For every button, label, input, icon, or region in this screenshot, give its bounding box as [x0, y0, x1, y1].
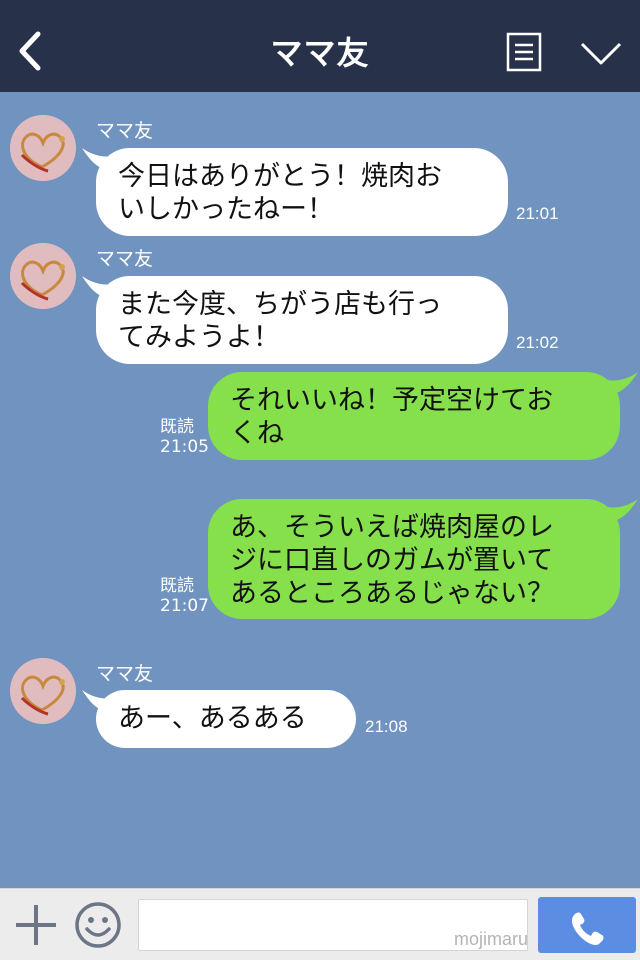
message-line: くね — [230, 418, 284, 449]
message-time: 21:08 — [365, 717, 408, 736]
chat-area[interactable]: ママ友 今日はありがとう！焼肉お いしかったねー！ 21:01 ママ友 また今度… — [0, 92, 640, 888]
menu-button[interactable] — [506, 32, 542, 72]
message-line: また今度、ちがう店も行っ — [118, 289, 442, 320]
message-line: いしかったねー！ — [118, 194, 334, 225]
chat-title: ママ友 — [270, 34, 370, 72]
sender-name: ママ友 — [96, 121, 154, 142]
message-bubble[interactable]: あー、あるある — [96, 690, 356, 748]
phone-icon — [572, 912, 604, 945]
message-bubble[interactable]: 今日はありがとう！焼肉お いしかったねー！ — [96, 148, 508, 236]
expand-button[interactable] — [578, 38, 624, 68]
list-icon — [506, 32, 542, 72]
input-bar: mojimaru — [0, 888, 640, 960]
emoji-button[interactable] — [74, 901, 122, 949]
call-button[interactable] — [538, 897, 636, 953]
heart-necklace-icon — [10, 658, 76, 724]
avatar[interactable] — [10, 658, 76, 724]
heart-necklace-icon — [10, 115, 76, 181]
message-time: 21:05 — [160, 437, 209, 457]
message-line: それいいね！予定空けてお — [230, 385, 554, 416]
read-receipt: 既読 21:05 — [160, 417, 209, 457]
sender-name: ママ友 — [96, 664, 154, 685]
plus-icon — [16, 905, 56, 945]
heart-necklace-icon — [10, 243, 76, 309]
chevron-down-icon — [580, 42, 622, 65]
smiley-icon — [75, 902, 121, 948]
avatar[interactable] — [10, 243, 76, 309]
add-button[interactable] — [14, 903, 58, 947]
sender-name: ママ友 — [96, 249, 154, 270]
message-bubble[interactable]: また今度、ちがう店も行っ てみようよ！ — [96, 276, 508, 364]
bubble-tail — [608, 499, 638, 523]
watermark: mojimaru — [453, 929, 528, 949]
message-line: 今日はありがとう！焼肉お — [118, 161, 442, 192]
message-line: ジに口直しのガムが置いて — [230, 545, 554, 576]
message-line: あるところあるじゃない？ — [230, 578, 554, 609]
message-time: 21:02 — [516, 333, 559, 352]
read-receipt: 既読 21:07 — [160, 576, 209, 616]
message-line: あー、あるある — [118, 703, 307, 734]
read-label: 既読 — [160, 576, 194, 596]
message-time: 21:07 — [160, 596, 209, 616]
message-line: あ、そういえば焼肉屋のレ — [230, 512, 554, 543]
message-bubble[interactable]: あ、そういえば焼肉屋のレ ジに口直しのガムが置いて あるところあるじゃない？ — [208, 499, 620, 619]
read-label: 既読 — [160, 417, 194, 437]
message-line: てみようよ！ — [118, 322, 280, 353]
bubble-tail — [608, 372, 638, 396]
avatar[interactable] — [10, 115, 76, 181]
message-time: 21:01 — [516, 204, 559, 223]
chat-header: ママ友 — [0, 0, 640, 92]
message-bubble[interactable]: それいいね！予定空けてお くね — [208, 372, 620, 460]
